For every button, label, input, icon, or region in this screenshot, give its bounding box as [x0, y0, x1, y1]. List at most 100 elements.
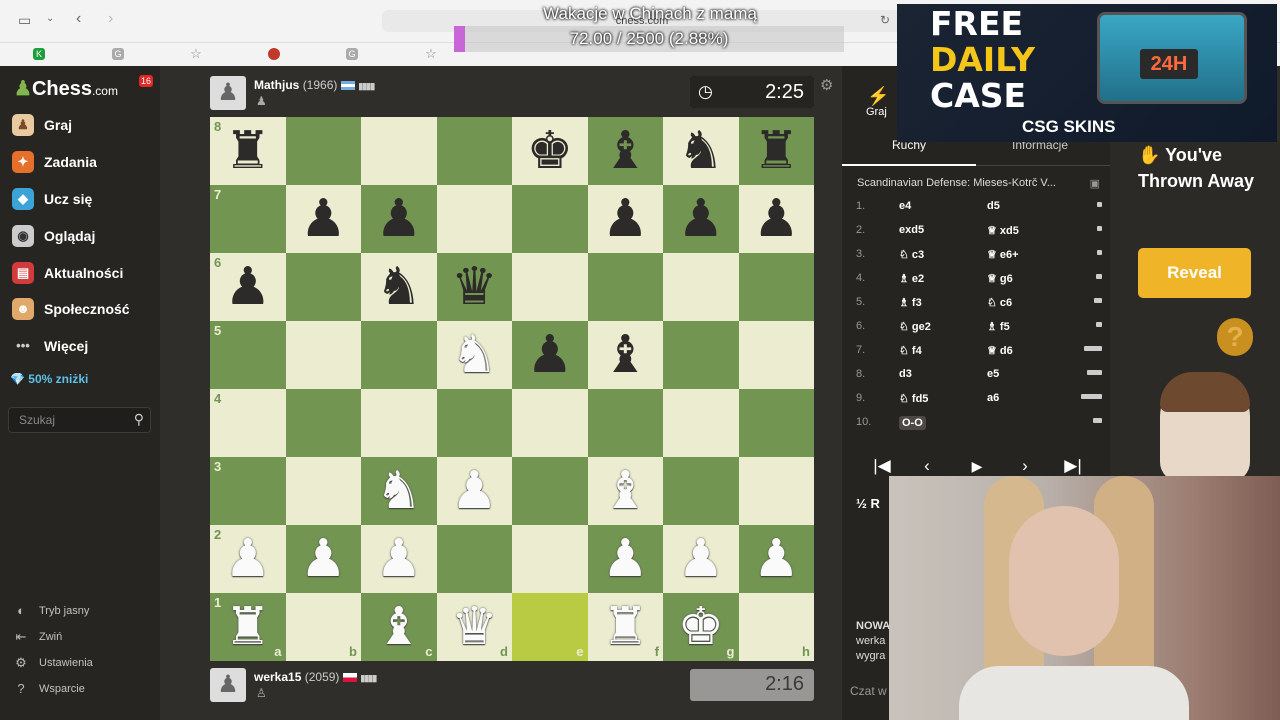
square-g3[interactable]	[663, 457, 739, 525]
square-d6[interactable]: ♛	[436, 253, 512, 321]
chess-board[interactable]: ♜ 8 ♚ ♝ ♞ ♜ 7 ♟ ♟ ♟ ♟ ♟ ♟ 6 ♞ ♛ 5 ♞ ♟ ♝ 4 3 ♞ ♟ ♝ ♟ 2 ♟ ♟ ♟ ♟ ♟ ♜ 1 a b ♝ c ♛ d…	[210, 117, 814, 661]
black-piece[interactable]: ♜	[224, 121, 271, 181]
square-g5[interactable]	[663, 321, 739, 389]
sidebar-toggle-icon[interactable]: ▭	[18, 12, 31, 29]
chess-logo[interactable]: ♟Chess.com	[14, 76, 118, 101]
star-icon[interactable]: ☆	[425, 47, 437, 60]
reload-icon[interactable]: ↻	[880, 13, 890, 27]
square-c1[interactable]: ♝ c	[361, 593, 437, 661]
white-piece[interactable]: ♟	[224, 529, 271, 589]
black-piece[interactable]: ♟	[526, 325, 573, 385]
square-b6[interactable]	[285, 253, 361, 321]
square-a7[interactable]: 7	[210, 185, 286, 253]
nav-play[interactable]: ♟ Graj	[12, 110, 72, 140]
chevron-down-icon[interactable]: ⌄	[46, 13, 54, 24]
square-g8[interactable]: ♞	[663, 117, 739, 185]
square-b8[interactable]	[285, 117, 361, 185]
avatar[interactable]: ♟	[210, 76, 246, 110]
square-b2[interactable]: ♟	[285, 525, 361, 593]
white-piece[interactable]: ♞	[375, 461, 422, 521]
square-c6[interactable]: ♞	[361, 253, 437, 321]
square-b3[interactable]	[285, 457, 361, 525]
square-c3[interactable]: ♞	[361, 457, 437, 525]
white-move[interactable]: d3	[899, 368, 912, 380]
black-move[interactable]: ♕ e6+	[987, 248, 1019, 261]
square-a3[interactable]: 3	[210, 457, 286, 525]
square-b7[interactable]: ♟	[285, 185, 361, 253]
square-a1[interactable]: ♜ 1 a	[210, 593, 286, 661]
square-h7[interactable]: ♟	[738, 185, 814, 253]
black-piece[interactable]: ♜	[753, 121, 800, 181]
white-piece[interactable]: ♚	[677, 597, 724, 657]
premium-link[interactable]: 💎 50% zniżki	[10, 372, 88, 386]
notification-badge[interactable]: 16	[139, 75, 153, 87]
white-move[interactable]: ♗ e2	[899, 272, 924, 285]
bookmark-icon[interactable]	[268, 48, 280, 60]
square-d4[interactable]	[436, 389, 512, 457]
nav-learn[interactable]: ◆ Ucz się	[12, 184, 92, 214]
square-d2[interactable]	[436, 525, 512, 593]
square-f8[interactable]: ♝	[587, 117, 663, 185]
black-piece[interactable]: ♝	[602, 121, 649, 181]
book-icon[interactable]: ▣	[1090, 177, 1100, 190]
nav-community[interactable]: ☻ Społeczność	[12, 294, 130, 324]
player-name[interactable]: Mathjus	[254, 78, 299, 92]
white-piece[interactable]: ♞	[451, 325, 498, 385]
square-f3[interactable]: ♝	[587, 457, 663, 525]
black-move[interactable]: a6	[987, 392, 999, 404]
black-piece[interactable]: ♛	[451, 257, 498, 317]
square-b1[interactable]: b	[285, 593, 361, 661]
square-h5[interactable]	[738, 321, 814, 389]
black-piece[interactable]: ♝	[602, 325, 649, 385]
square-g1[interactable]: ♚ g	[663, 593, 739, 661]
black-move[interactable]: ♕ d6	[987, 344, 1013, 357]
square-d7[interactable]	[436, 185, 512, 253]
black-piece[interactable]: ♚	[526, 121, 573, 181]
gear-icon[interactable]: ⚙	[820, 76, 833, 94]
white-piece[interactable]: ♝	[375, 597, 422, 657]
support-link[interactable]: ? Wsparcie	[12, 681, 84, 696]
square-f7[interactable]: ♟	[587, 185, 663, 253]
bookmark-icon[interactable]: G	[346, 48, 358, 60]
white-piece[interactable]: ♟	[451, 461, 498, 521]
nav-puzzles[interactable]: ✦ Zadania	[12, 147, 97, 177]
square-a2[interactable]: ♟ 2	[210, 525, 286, 593]
black-piece[interactable]: ♟	[375, 189, 422, 249]
forward-icon[interactable]: ›	[108, 10, 113, 28]
white-piece[interactable]: ♟	[300, 529, 347, 589]
white-move[interactable]: exd5	[899, 224, 924, 236]
top-player-name[interactable]: Mathjus (1966) ▮▮▮▮	[254, 78, 375, 92]
square-g4[interactable]	[663, 389, 739, 457]
black-piece[interactable]: ♟	[300, 189, 347, 249]
square-c8[interactable]	[361, 117, 437, 185]
star-icon[interactable]: ☆	[190, 47, 202, 60]
black-piece[interactable]: ♟	[224, 257, 271, 317]
white-move[interactable]: ♘ fd5	[899, 392, 928, 405]
white-piece[interactable]: ♟	[677, 529, 724, 589]
nav-more[interactable]: ••• Więcej	[12, 331, 88, 361]
square-c5[interactable]	[361, 321, 437, 389]
square-h1[interactable]: h	[738, 593, 814, 661]
square-e3[interactable]	[512, 457, 588, 525]
square-a4[interactable]: 4	[210, 389, 286, 457]
white-piece[interactable]: ♛	[451, 597, 498, 657]
square-b4[interactable]	[285, 389, 361, 457]
square-d1[interactable]: ♛ d	[436, 593, 512, 661]
player-name[interactable]: werka15	[254, 670, 301, 684]
square-d5[interactable]: ♞	[436, 321, 512, 389]
square-e2[interactable]	[512, 525, 588, 593]
square-g7[interactable]: ♟	[663, 185, 739, 253]
black-move[interactable]: e5	[987, 368, 999, 380]
collapse-button[interactable]: ⇤ Zwiń	[12, 629, 63, 645]
white-piece[interactable]: ♝	[602, 461, 649, 521]
white-move[interactable]: ♘ ge2	[899, 320, 931, 333]
light-mode-toggle[interactable]: ◐ Tryb jasny	[12, 603, 89, 618]
settings-link[interactable]: ⚙ Ustawienia	[12, 655, 93, 671]
tab-play[interactable]: Graj	[866, 106, 887, 118]
bottom-player-name[interactable]: werka15 (2059) ▮▮▮▮	[254, 670, 377, 684]
chat-input[interactable]: Czat w	[850, 684, 887, 698]
black-piece[interactable]: ♞	[375, 257, 422, 317]
white-piece[interactable]: ♟	[602, 529, 649, 589]
square-d3[interactable]: ♟	[436, 457, 512, 525]
nav-news[interactable]: ▤ Aktualności	[12, 258, 123, 288]
